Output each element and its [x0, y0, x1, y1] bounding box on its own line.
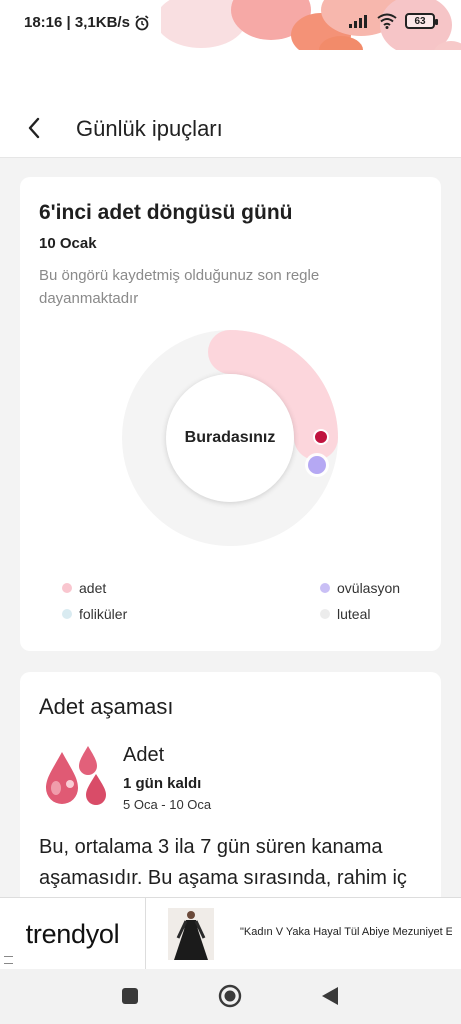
- ad-text[interactable]: "Kadın V Yaka Hayal Tül Abiye Mezuniyet …: [240, 926, 452, 938]
- phase-name: Adet: [123, 744, 165, 766]
- phase-card[interactable]: Adet aşaması Adet 1 gün kaldı 5 Oca - 10…: [20, 672, 441, 912]
- legend-dot: [320, 583, 330, 593]
- center-label-text: Buradasınız: [184, 429, 276, 446]
- current-day-marker: [313, 429, 329, 445]
- triangle-back-icon: [322, 987, 338, 1005]
- you-are-here-label: Buradasınız: [166, 374, 294, 502]
- page-title: Günlük ipuçları: [76, 116, 223, 141]
- days-left: 1 gün kaldı: [123, 775, 202, 792]
- status-time: 18:16 | 3,1KB/s: [24, 14, 150, 31]
- phase-description: Bu, ortalama 3 ila 7 gün süren kanama aş…: [39, 836, 407, 889]
- legend-item-folikuler: foliküler: [62, 606, 127, 622]
- legend-item-luteal: luteal: [320, 606, 370, 622]
- legend-dot: [320, 609, 330, 619]
- blood-drops-icon: [46, 746, 106, 805]
- cycle-date: 10 Ocak: [39, 235, 97, 252]
- legend-dot: [62, 609, 72, 619]
- circle-icon: [218, 984, 242, 1008]
- ovulation-marker-inner: [308, 456, 326, 474]
- phase-date-range: 5 Oca - 10 Oca: [123, 797, 212, 812]
- nav-back-button[interactable]: [318, 984, 342, 1008]
- ad-banner[interactable]: trendyol "Kadın V Yaka Hayal Tül Abiye M…: [0, 897, 461, 970]
- status-icons: 63: [349, 13, 438, 29]
- cycle-note: Bu öngörü kaydetmiş olduğunuz son regle …: [39, 267, 320, 307]
- nav-recents-button[interactable]: [118, 984, 142, 1008]
- phase-heading: Adet aşaması: [39, 694, 174, 719]
- ad-brand-logo[interactable]: trendyol: [0, 898, 146, 970]
- status-time-text: 18:16 | 3,1KB/s: [24, 14, 130, 31]
- alarm-icon: [135, 14, 149, 30]
- legend-label: ovülasyon: [337, 580, 401, 596]
- legend-dot: [62, 583, 72, 593]
- nav-home-button[interactable]: [218, 984, 242, 1008]
- status-bar: 18:16 | 3,1KB/s 63: [0, 0, 461, 50]
- cycle-day-title: 6'inci adet döngüsü günü: [39, 201, 293, 224]
- square-icon: [122, 988, 138, 1004]
- ad-product-image[interactable]: [168, 908, 214, 960]
- back-button[interactable]: [20, 114, 48, 142]
- ad-menu-icon[interactable]: [4, 956, 13, 964]
- dress-icon: [174, 911, 208, 960]
- legend-item-adet: adet: [62, 580, 106, 596]
- battery-icon: 63: [405, 13, 438, 29]
- battery-level: 63: [414, 15, 426, 27]
- app-header: Günlük ipuçları: [0, 50, 461, 158]
- legend-item-ovulasyon: ovülasyon: [320, 580, 400, 596]
- signal-icon: [349, 15, 367, 28]
- wifi-icon: [377, 13, 397, 29]
- legend-label: adet: [79, 580, 107, 596]
- chevron-left-icon: [28, 117, 40, 139]
- legend-label: luteal: [337, 606, 371, 622]
- cycle-card: 6'inci adet döngüsü günü 10 Ocak Bu öngö…: [20, 177, 441, 651]
- system-navbar: [0, 969, 461, 1024]
- cycle-ring: Buradasınız: [122, 330, 338, 546]
- legend-label: foliküler: [79, 606, 128, 622]
